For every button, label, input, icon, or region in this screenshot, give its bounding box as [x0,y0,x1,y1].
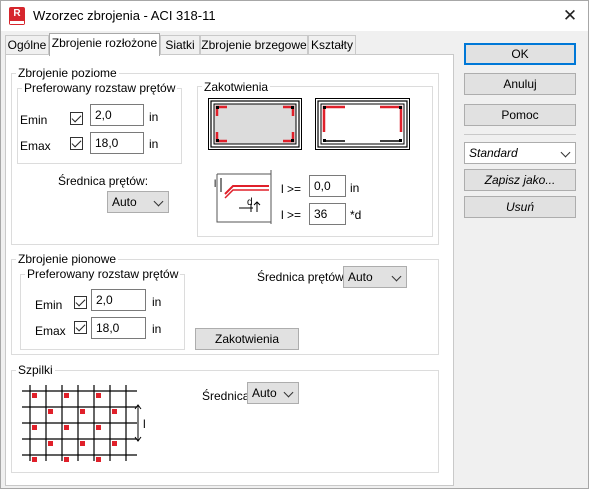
horizontal-rebar-title: Zbrojenie poziome [16,66,119,80]
anchorage-length-diagram [216,170,272,224]
vertical-diameter-value: Auto [348,270,373,284]
horizontal-diameter-value: Auto [112,195,137,209]
chevron-down-icon [391,271,402,282]
dialog-window: R Wzorzec zbrojenia - ACI 318-11 ✕ Ogóln… [0,0,589,489]
horizontal-emin-unit: in [149,110,159,124]
vertical-emin-checkbox[interactable] [74,296,87,309]
anchorage-diagram-d-label: d [247,197,253,208]
ties-pattern-diagram [22,385,142,462]
vertical-emax-label: Emax [35,324,66,338]
horizontal-diameter-select[interactable]: Auto [107,191,169,213]
ties-diameter-value: Auto [252,386,277,400]
tab-siatki[interactable]: Siatki [160,35,200,55]
vertical-emax-input[interactable]: 18,0 [91,317,146,339]
ties-diameter-label: Średnica [202,389,250,403]
ties-diameter-select[interactable]: Auto [247,382,299,404]
anchorage-length-label-1: l >= [281,182,302,196]
horizontal-emin-checkbox[interactable] [70,112,83,125]
horizontal-emax-checkbox[interactable] [70,137,83,150]
horizontal-diameter-label: Średnica prętów: [58,174,149,188]
vertical-diameter-select[interactable]: Auto [343,266,407,288]
ties-title: Szpilki [16,363,55,377]
horizontal-emin-label: Emin [20,113,48,127]
horizontal-emax-input[interactable]: 18,0 [90,132,144,154]
anchorage-length-unit: in [350,181,360,195]
vertical-diameter-label: Średnica prętów: [257,270,348,284]
window-title: Wzorzec zbrojenia - ACI 318-11 [33,8,216,23]
tab-panel: Zbrojenie poziome Preferowany rozstaw pr… [5,54,454,486]
ties-diagram-l-label: l [143,417,146,431]
title-bar[interactable]: R Wzorzec zbrojenia - ACI 318-11 ✕ [1,1,588,31]
anchorage-corner-option-2[interactable] [315,98,410,150]
vertical-emax-unit: in [152,322,162,336]
vertical-emin-input[interactable]: 2,0 [91,289,146,311]
help-button[interactable]: Pomoc [464,104,576,126]
tab-ogolne[interactable]: Ogólne [5,35,49,55]
vertical-spacing-title: Preferowany rozstaw prętów [25,267,181,281]
chevron-down-icon [153,196,164,207]
delete-button[interactable]: Usuń [464,196,576,218]
anchorage-length-label-2: l >= [281,208,302,222]
revit-r-icon: R [9,7,25,25]
horizontal-emin-input[interactable]: 2,0 [90,104,144,126]
save-as-button[interactable]: Zapisz jako... [464,169,576,191]
vertical-rebar-title: Zbrojenie pionowe [16,252,119,266]
anchorage-diagram-l-label: l [214,179,217,190]
vertical-emax-checkbox[interactable] [74,321,87,334]
cancel-button[interactable]: Anuluj [464,73,576,95]
side-separator [464,134,576,135]
anchorage-length-input[interactable]: 0,0 [309,175,346,197]
anchorage-factor-unit: *d [350,208,362,222]
horizontal-emax-unit: in [149,137,159,151]
chevron-down-icon [560,147,571,158]
vertical-emin-unit: in [152,295,162,309]
standard-value: Standard [469,146,518,160]
chevron-down-icon [283,387,294,398]
tab-zbrojenie-brzegowe[interactable]: Zbrojenie brzegowe [200,35,308,55]
tab-zbrojenie-rozlozone[interactable]: Zbrojenie rozłożone [49,33,160,56]
horizontal-spacing-title: Preferowany rozstaw prętów [22,81,178,95]
tab-ksztalty[interactable]: Kształty [308,35,356,55]
vertical-emin-label: Emin [35,298,63,312]
standard-select[interactable]: Standard [464,142,576,164]
horizontal-emax-label: Emax [20,139,51,153]
anchorage-title: Zakotwienia [202,80,271,94]
close-icon[interactable]: ✕ [557,3,583,29]
vertical-anchorage-button[interactable]: Zakotwienia [195,328,299,350]
ok-button[interactable]: OK [464,43,576,65]
anchorage-corner-option-1[interactable] [208,98,302,150]
anchorage-factor-input[interactable]: 36 [309,203,346,225]
